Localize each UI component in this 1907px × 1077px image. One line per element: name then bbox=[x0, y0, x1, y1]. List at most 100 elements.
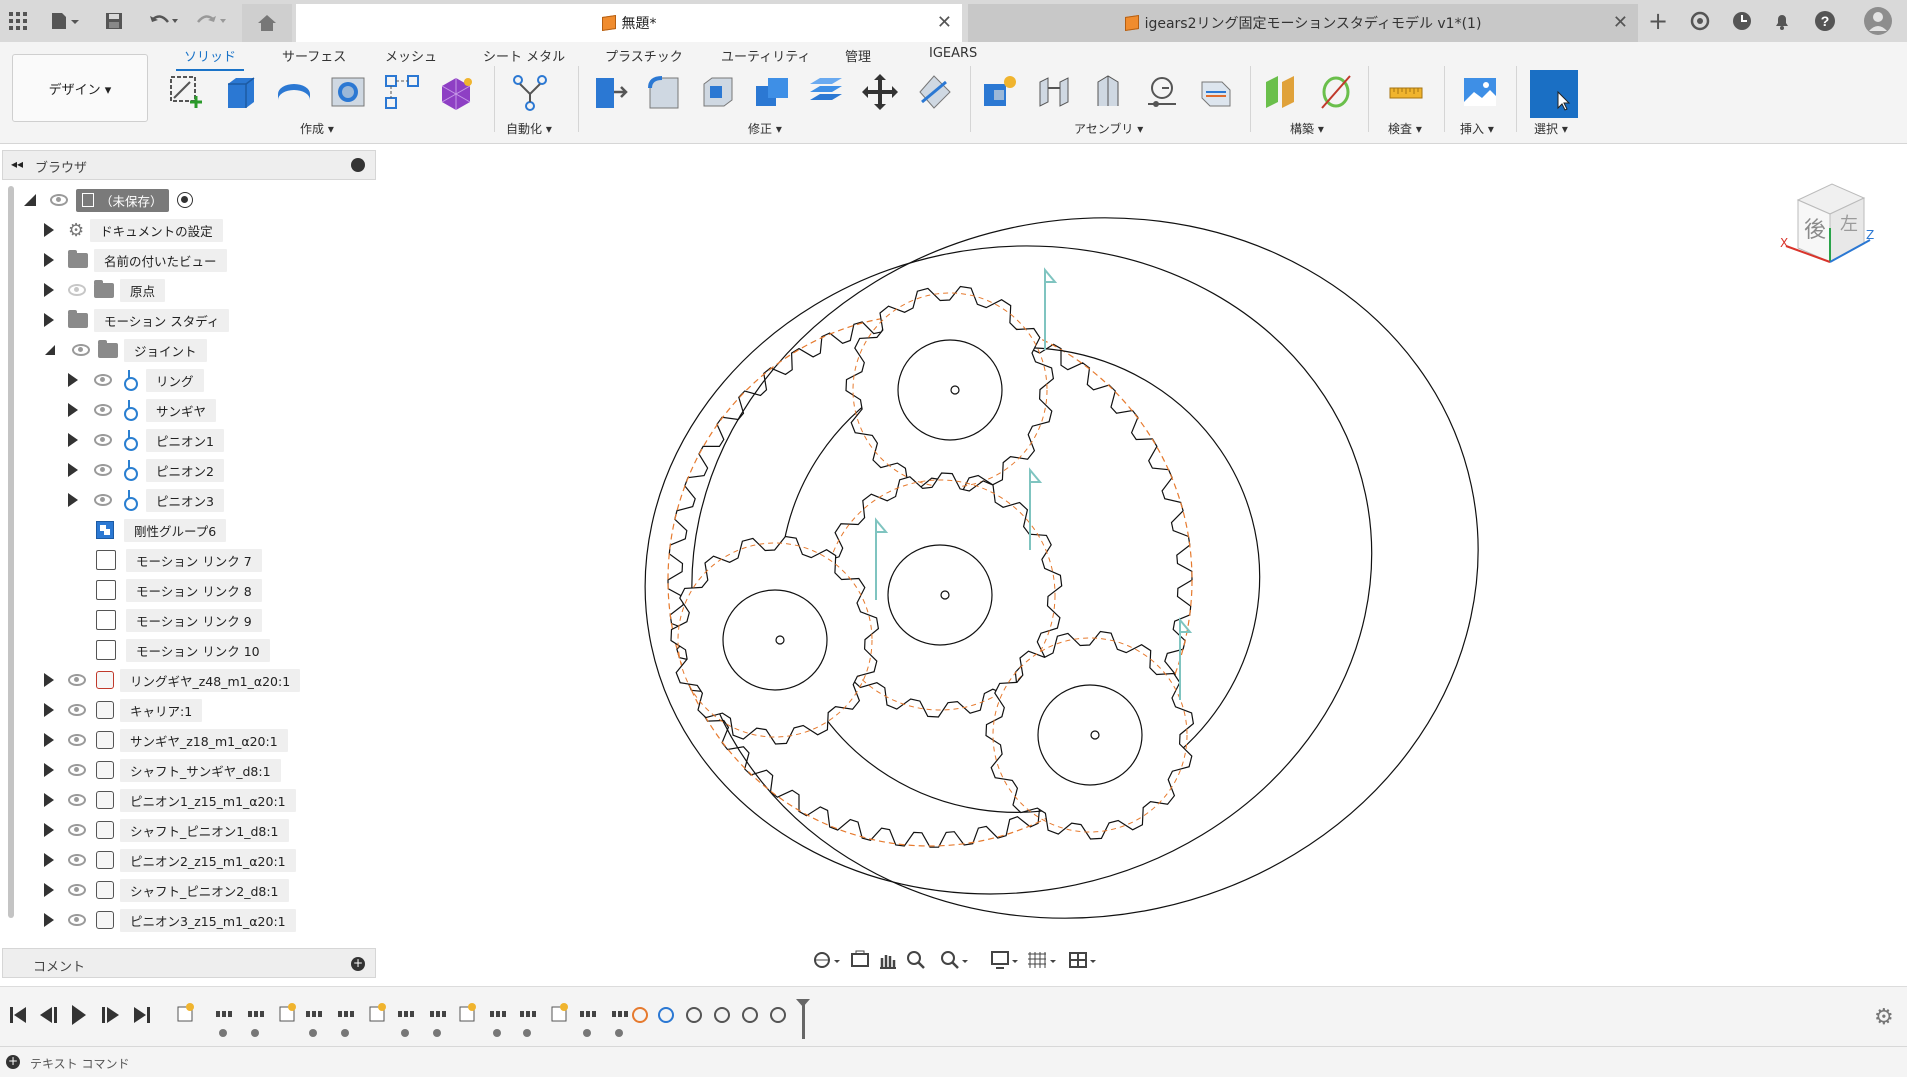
close-tab-icon[interactable]: ✕ bbox=[937, 12, 952, 33]
tree-item-motion-link-7[interactable]: モーション リンク 7 bbox=[96, 548, 262, 572]
hole-icon[interactable] bbox=[326, 70, 370, 114]
measure-icon[interactable] bbox=[1384, 70, 1428, 114]
collapsed-arrow-icon[interactable] bbox=[68, 373, 78, 387]
as-built-joint-icon[interactable] bbox=[1086, 70, 1130, 114]
home-tab[interactable] bbox=[242, 4, 292, 42]
automate-icon[interactable] bbox=[508, 70, 552, 114]
create-sketch-icon[interactable] bbox=[164, 70, 208, 114]
tree-item-joint-ring[interactable]: リング bbox=[68, 368, 204, 392]
visibility-eye-icon[interactable] bbox=[94, 374, 112, 386]
collapsed-arrow-icon[interactable] bbox=[44, 763, 54, 777]
visibility-eye-icon[interactable] bbox=[94, 404, 112, 416]
collapsed-arrow-icon[interactable] bbox=[44, 883, 54, 897]
tab-utility[interactable]: ユーティリティ bbox=[721, 46, 810, 65]
offset-plane-icon[interactable] bbox=[1260, 70, 1304, 114]
timeline-settings-gear-icon[interactable]: ⚙ bbox=[1874, 1005, 1894, 1030]
visibility-eye-icon[interactable] bbox=[94, 494, 112, 506]
visibility-eye-icon[interactable] bbox=[94, 434, 112, 446]
group-construct[interactable]: 構築 ▾ bbox=[1290, 120, 1324, 137]
collapsed-arrow-icon[interactable] bbox=[68, 403, 78, 417]
collapsed-arrow-icon[interactable] bbox=[44, 283, 54, 297]
text-command-bar[interactable]: + テキスト コマンド bbox=[0, 1046, 1907, 1077]
visibility-eye-icon[interactable] bbox=[68, 824, 86, 836]
group-modify[interactable]: 修正 ▾ bbox=[748, 120, 782, 137]
browser-scrollbar[interactable] bbox=[8, 186, 14, 918]
tab-plastic[interactable]: プラスチック bbox=[605, 46, 683, 65]
undo-icon[interactable] bbox=[145, 9, 181, 33]
visibility-eye-icon[interactable] bbox=[68, 704, 86, 716]
tree-item-joint-pinion3[interactable]: ピニオン3 bbox=[68, 488, 224, 512]
visibility-eye-icon[interactable] bbox=[68, 734, 86, 746]
jobs-status-icon[interactable] bbox=[1730, 9, 1754, 33]
motion-study-icon[interactable] bbox=[1140, 70, 1184, 114]
collapsed-arrow-icon[interactable] bbox=[44, 253, 54, 267]
tree-item-pinion1[interactable]: ピニオン1_z15_m1_α20:1 bbox=[44, 788, 296, 812]
group-assembly[interactable]: アセンブリ ▾ bbox=[1074, 120, 1143, 137]
tab-sheet-metal[interactable]: シート メタル bbox=[483, 46, 565, 65]
visibility-eye-icon[interactable] bbox=[68, 674, 86, 686]
expanded-arrow-icon[interactable] bbox=[22, 193, 38, 207]
shell-icon[interactable] bbox=[696, 70, 740, 114]
fillet-icon[interactable] bbox=[642, 70, 686, 114]
save-icon[interactable] bbox=[102, 9, 126, 33]
tab-igears[interactable]: IGEARS bbox=[929, 46, 977, 61]
view-cube-face-back[interactable]: 後 bbox=[1804, 212, 1826, 244]
group-create[interactable]: 作成 ▾ bbox=[300, 120, 334, 137]
visibility-eye-icon[interactable] bbox=[68, 884, 86, 896]
collapsed-arrow-icon[interactable] bbox=[44, 913, 54, 927]
tree-item-joint-pinion2[interactable]: ピニオン2 bbox=[68, 458, 224, 482]
close-tab-icon[interactable]: ✕ bbox=[1613, 12, 1628, 33]
insert-image-icon[interactable] bbox=[1458, 70, 1502, 114]
tree-item-motion-study[interactable]: モーション スタディ bbox=[44, 308, 230, 332]
collapsed-arrow-icon[interactable] bbox=[44, 733, 54, 747]
tab-manage[interactable]: 管理 bbox=[845, 46, 871, 65]
group-insert[interactable]: 挿入 ▾ bbox=[1460, 120, 1494, 137]
tree-item-joints[interactable]: ジョイント bbox=[44, 338, 207, 362]
redo-icon[interactable] bbox=[193, 9, 229, 33]
add-comment-icon[interactable]: + bbox=[351, 957, 365, 971]
tree-item-joint-sun[interactable]: サンギヤ bbox=[68, 398, 217, 422]
visibility-eye-icon[interactable] bbox=[94, 464, 112, 476]
tab-solid[interactable]: ソリッド bbox=[175, 46, 245, 71]
offset-face-icon[interactable] bbox=[804, 70, 848, 114]
collapse-panel-icon[interactable]: ◂◂ bbox=[11, 157, 23, 171]
tree-item-named-views[interactable]: 名前の付いたビュー bbox=[44, 248, 227, 272]
tree-item-shaft-pinion2[interactable]: シャフト_ピニオン2_d8:1 bbox=[44, 878, 289, 902]
tree-root[interactable]: （未保存） bbox=[22, 188, 193, 212]
visibility-eye-icon[interactable] bbox=[68, 764, 86, 776]
combine-icon[interactable] bbox=[750, 70, 794, 114]
extrude-icon[interactable] bbox=[218, 70, 262, 114]
collapsed-arrow-icon[interactable] bbox=[44, 793, 54, 807]
notifications-icon[interactable] bbox=[1770, 9, 1794, 33]
file-menu-icon[interactable] bbox=[46, 9, 82, 33]
tab-mesh[interactable]: メッシュ bbox=[385, 46, 437, 65]
view-cube-face-left[interactable]: 左 bbox=[1840, 210, 1858, 236]
new-tab-icon[interactable]: + bbox=[1646, 7, 1670, 35]
tree-item-sun-gear[interactable]: サンギヤ_z18_m1_α20:1 bbox=[44, 728, 288, 752]
hidden-eye-icon[interactable] bbox=[68, 284, 86, 296]
collapsed-arrow-icon[interactable] bbox=[44, 223, 54, 237]
viewport-3d[interactable] bbox=[380, 150, 1907, 986]
axis-icon[interactable] bbox=[1314, 70, 1358, 114]
visibility-eye-icon[interactable] bbox=[72, 344, 90, 356]
collapsed-arrow-icon[interactable] bbox=[68, 463, 78, 477]
rectangular-pattern-icon[interactable] bbox=[380, 70, 424, 114]
expand-text-command-icon[interactable]: + bbox=[6, 1055, 20, 1069]
tree-item-origin[interactable]: 原点 bbox=[44, 278, 166, 302]
collapsed-arrow-icon[interactable] bbox=[68, 493, 78, 507]
tree-item-motion-link-10[interactable]: モーション リンク 10 bbox=[96, 638, 270, 662]
tree-item-carrier[interactable]: キャリア:1 bbox=[44, 698, 203, 722]
collapsed-arrow-icon[interactable] bbox=[44, 823, 54, 837]
apps-grid-icon[interactable] bbox=[6, 9, 30, 33]
tab-igears-model[interactable]: igears2リング固定モーションスタディモデル v1*(1) ✕ bbox=[968, 4, 1638, 42]
group-inspect[interactable]: 検査 ▾ bbox=[1388, 120, 1422, 137]
move-copy-icon[interactable] bbox=[858, 70, 902, 114]
motion-link-icon[interactable] bbox=[1194, 70, 1238, 114]
user-avatar[interactable] bbox=[1862, 5, 1894, 37]
tree-item-document-settings[interactable]: ⚙ ドキュメントの設定 bbox=[44, 218, 223, 242]
collapsed-arrow-icon[interactable] bbox=[44, 673, 54, 687]
tree-item-motion-link-8[interactable]: モーション リンク 8 bbox=[96, 578, 262, 602]
browser-minimize-icon[interactable] bbox=[351, 158, 365, 172]
help-icon[interactable]: ? bbox=[1813, 9, 1837, 33]
collapsed-arrow-icon[interactable] bbox=[44, 853, 54, 867]
